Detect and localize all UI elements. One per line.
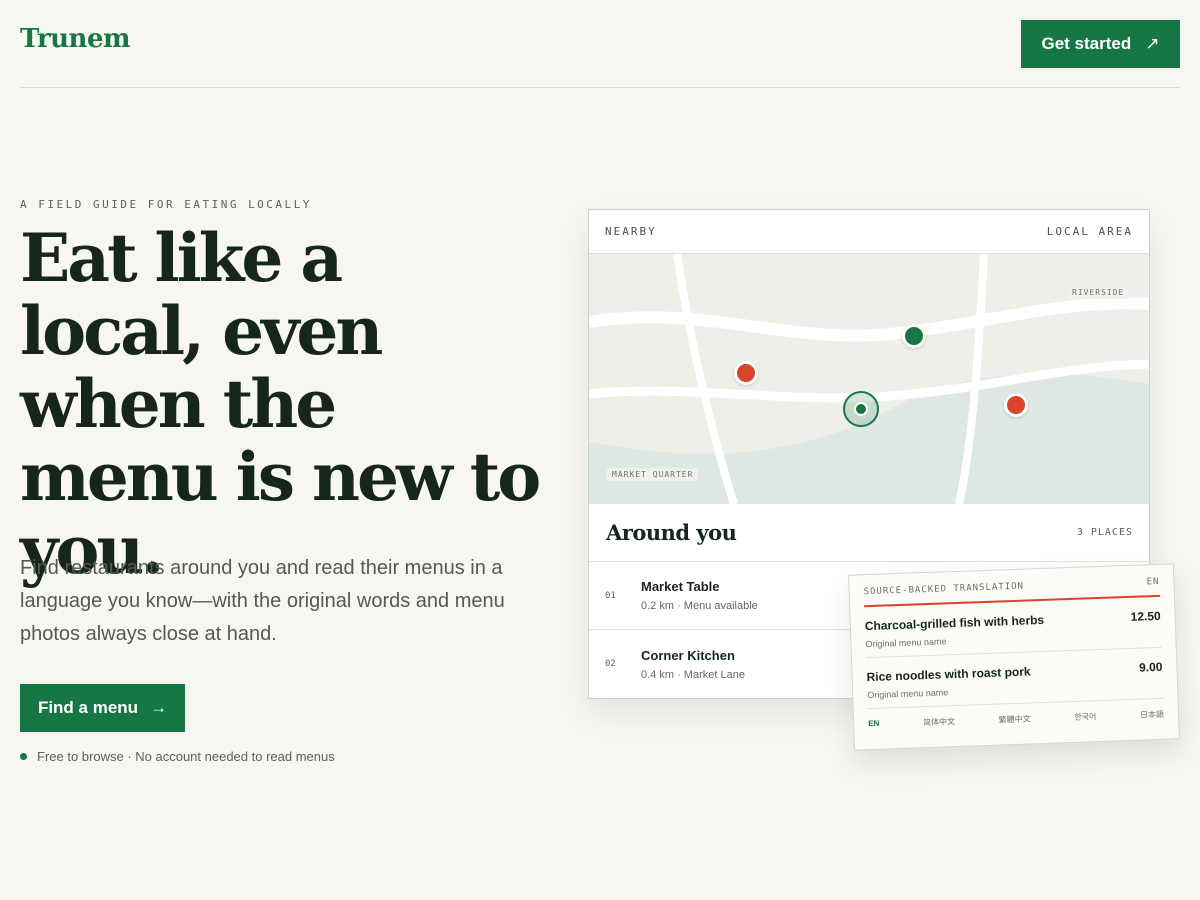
places-count: 3 PLACES [1076,527,1133,538]
place-name: Market Table [641,579,720,594]
nearby-label: NEARBY [605,225,657,238]
around-you-title: Around you [606,520,737,545]
map-view[interactable]: RIVERSIDE MARKET QUARTER [589,254,1149,504]
language-option-ko[interactable]: 한국어 [1074,711,1096,723]
site-header: Trunem Get started ↗ [20,0,1180,88]
language-option-zh-hant[interactable]: 繁體中文 [998,713,1031,725]
find-menu-label: Find a menu [37,698,139,717]
language-option-ja[interactable]: 日本語 [1140,709,1164,721]
get-started-button[interactable]: Get started ↗ [1021,20,1180,68]
place-number: 01 [605,590,616,601]
current-location-marker [843,391,879,427]
menu-item-original: Original menu name [867,687,949,701]
bullet-dot-icon [20,753,27,760]
place-meta: 0.2 km · Menu available [641,600,758,612]
around-you-header: Around you 3 PLACES [589,504,1149,562]
language-option-zh-hans[interactable]: 简体中文 [923,716,955,728]
hero-eyebrow: A FIELD GUIDE FOR EATING LOCALLY [20,198,312,211]
hero-headline: Eat like a local, even when the menu is … [20,219,541,589]
map-label-riverside: RIVERSIDE [1067,286,1130,299]
current-location-dot [854,402,868,416]
menu-item-name: Charcoal-grilled fish with herbs [864,612,1045,634]
hero-lead: Find restaurants around you and read the… [20,557,505,645]
translation-title: SOURCE-BACKED TRANSLATION [863,581,1025,598]
language-option-en[interactable]: EN [868,719,880,730]
local-area-label[interactable]: LOCAL AREA [1047,225,1133,238]
nearby-card-header: NEARBY LOCAL AREA [589,210,1149,254]
map-pin-restaurant[interactable] [734,361,758,385]
menu-item-price: 9.00 [1138,659,1163,675]
map-pin-restaurant[interactable] [1004,393,1028,417]
arrow-up-right-icon: ↗ [1145,34,1160,53]
menu-item-price: 12.50 [1130,608,1161,624]
hero-note-text: Free to browse · No account needed to re… [37,749,335,764]
place-number: 02 [605,659,616,669]
map-pin-restaurant[interactable] [902,324,926,348]
map-canvas [589,254,1149,504]
place-name: Corner Kitchen [641,647,735,663]
hero-note: Free to browse · No account needed to re… [20,749,335,764]
find-menu-button[interactable]: Find a menu → [20,684,185,732]
translation-lang: EN [1146,576,1160,588]
get-started-label: Get started [1041,34,1132,53]
translation-card: SOURCE-BACKED TRANSLATION EN Charcoal-gr… [848,563,1180,751]
logo[interactable]: Trunem [20,24,131,54]
menu-item-original: Original menu name [865,636,947,650]
place-meta: 0.4 km · Market Lane [641,668,745,681]
arrow-right-icon: → [150,698,168,717]
map-road [589,297,1149,342]
map-label-market-quarter: MARKET QUARTER [607,468,699,481]
menu-item-name: Rice noodles with roast pork [866,664,1031,685]
